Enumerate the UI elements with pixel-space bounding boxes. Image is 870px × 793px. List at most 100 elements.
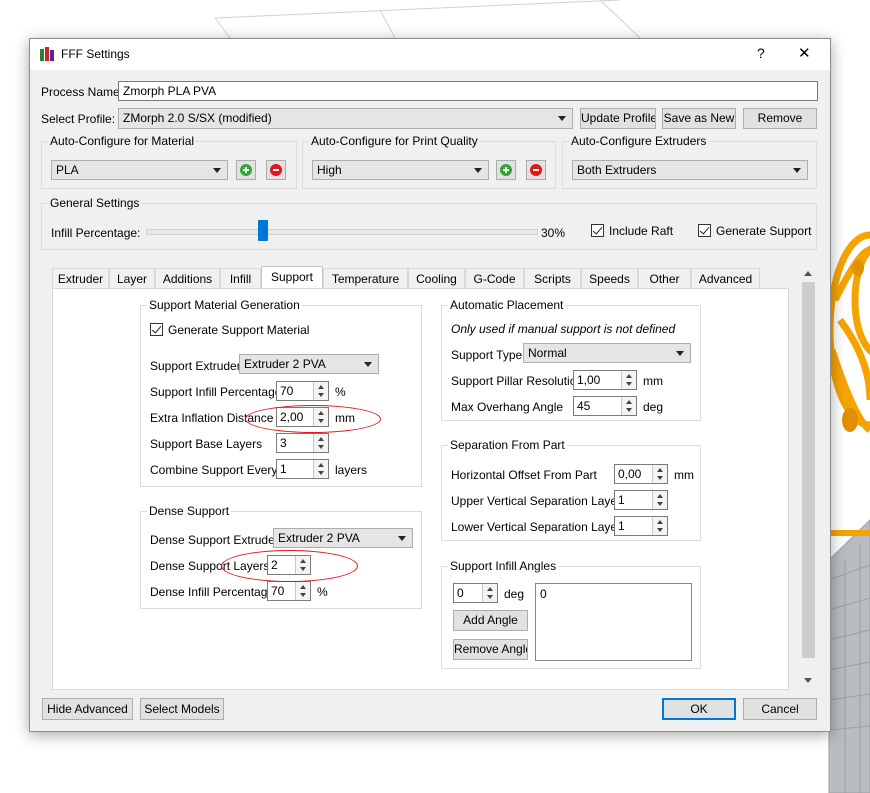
auto-configure-material-title: Auto-Configure for Material <box>48 134 197 148</box>
horizontal-offset-spinbox[interactable]: 0,00 <box>614 464 668 484</box>
spin-arrows-icon[interactable] <box>295 582 310 600</box>
extruders-select-value: Both Extruders <box>577 163 657 177</box>
material-select[interactable]: PLA <box>51 160 228 180</box>
remove-quality-button[interactable] <box>526 160 546 180</box>
support-base-layers-spinbox[interactable]: 3 <box>276 433 329 453</box>
list-item[interactable]: 0 <box>540 587 547 601</box>
tab-additions[interactable]: Additions <box>155 268 220 289</box>
scroll-up-icon[interactable] <box>804 271 812 276</box>
spin-arrows-icon[interactable] <box>652 517 667 535</box>
quality-select-value: High <box>317 163 342 177</box>
scroll-down-icon[interactable] <box>804 678 812 683</box>
profile-select[interactable]: ZMorph 2.0 S/SX (modified) <box>118 108 573 129</box>
add-material-button[interactable] <box>236 160 256 180</box>
automatic-placement-group: Automatic Placement Only used if manual … <box>441 298 701 421</box>
support-infill-percentage-value: 70 <box>280 384 294 398</box>
infill-slider-track[interactable] <box>146 229 538 235</box>
add-angle-button[interactable]: Add Angle <box>453 610 528 631</box>
chevron-down-icon <box>676 351 684 356</box>
spin-arrows-icon[interactable] <box>313 434 328 452</box>
select-models-button[interactable]: Select Models <box>140 698 224 720</box>
generate-support-material-label: Generate Support Material <box>168 323 310 337</box>
support-extruder-value: Extruder 2 PVA <box>244 357 326 371</box>
fff-settings-dialog: FFF Settings ? ✕ Process Name: Zmorph PL… <box>29 38 831 732</box>
spin-arrows-icon[interactable] <box>621 371 636 389</box>
combine-support-every-unit: layers <box>335 463 368 477</box>
infill-slider-thumb[interactable] <box>258 220 268 241</box>
infill-angle-spinbox[interactable]: 0 <box>453 583 498 603</box>
tab-scripts[interactable]: Scripts <box>524 268 581 289</box>
separation-from-part-group: Separation From Part Horizontal Offset F… <box>441 438 701 541</box>
upper-vertical-separation-spinbox[interactable]: 1 <box>614 490 668 510</box>
support-type-select[interactable]: Normal <box>523 343 691 363</box>
generate-support-label: Generate Support <box>716 224 812 238</box>
hide-advanced-button[interactable]: Hide Advanced <box>42 698 133 720</box>
tab-advanced[interactable]: Advanced <box>691 268 760 289</box>
dense-support-extruder-value: Extruder 2 PVA <box>278 531 360 545</box>
max-overhang-angle-spinbox[interactable]: 45 <box>573 396 637 416</box>
material-select-value: PLA <box>56 163 79 177</box>
remove-material-button[interactable] <box>266 160 286 180</box>
combine-support-every-value: 1 <box>280 462 287 476</box>
infill-angles-list[interactable]: 0 <box>535 583 692 661</box>
quality-select[interactable]: High <box>312 160 489 180</box>
remove-profile-button[interactable]: Remove <box>743 108 817 129</box>
tab-infill[interactable]: Infill <box>220 268 261 289</box>
max-overhang-angle-label: Max Overhang Angle <box>451 400 564 414</box>
support-base-layers-value: 3 <box>280 436 287 450</box>
panel-scrollbar[interactable] <box>800 268 817 690</box>
extruders-select[interactable]: Both Extruders <box>572 160 808 180</box>
horizontal-offset-label: Horizontal Offset From Part <box>451 468 597 482</box>
ok-button[interactable]: OK <box>662 698 736 720</box>
include-raft-checkbox[interactable] <box>591 224 604 237</box>
spin-arrows-icon[interactable] <box>652 465 667 483</box>
close-icon[interactable]: ✕ <box>798 44 811 62</box>
support-extruder-label: Support Extruder <box>150 359 241 373</box>
generate-support-material-checkbox[interactable] <box>150 323 163 336</box>
tab-layer[interactable]: Layer <box>109 268 155 289</box>
save-as-new-button[interactable]: Save as New <box>662 108 736 129</box>
support-pillar-resolution-unit: mm <box>643 374 663 388</box>
select-profile-label: Select Profile: <box>41 112 116 126</box>
spin-arrows-icon[interactable] <box>313 460 328 478</box>
support-type-value: Normal <box>528 346 567 360</box>
scrollbar-thumb[interactable] <box>802 282 815 658</box>
upper-vertical-separation-label: Upper Vertical Separation Layers <box>451 494 628 508</box>
infill-angle-unit: deg <box>504 587 525 601</box>
dense-infill-percentage-spinbox[interactable]: 70 <box>267 581 311 601</box>
combine-support-every-spinbox[interactable]: 1 <box>276 459 329 479</box>
dense-support-extruder-select[interactable]: Extruder 2 PVA <box>273 528 413 548</box>
spin-arrows-icon[interactable] <box>652 491 667 509</box>
tab-other[interactable]: Other <box>638 268 691 289</box>
dense-support-title: Dense Support <box>147 504 232 518</box>
profile-select-value: ZMorph 2.0 S/SX (modified) <box>123 111 272 125</box>
infill-percentage-value: 30% <box>541 226 566 240</box>
update-profile-button[interactable]: Update Profile <box>580 108 656 129</box>
support-pillar-resolution-label: Support Pillar Resolution <box>451 374 584 388</box>
support-pillar-resolution-value: 1,00 <box>577 373 601 387</box>
tab-g-code[interactable]: G-Code <box>465 268 524 289</box>
chevron-down-icon <box>793 168 801 173</box>
settings-tabs: Extruder Layer Additions Infill Support Tempe… <box>52 266 802 289</box>
remove-angle-button[interactable]: Remove Angle <box>453 639 528 660</box>
process-name-input[interactable]: Zmorph PLA PVA <box>118 81 818 101</box>
tab-cooling[interactable]: Cooling <box>408 268 465 289</box>
tab-temperature[interactable]: Temperature <box>323 268 408 289</box>
chevron-down-icon <box>398 536 406 541</box>
cancel-button[interactable]: Cancel <box>743 698 817 720</box>
tab-extruder[interactable]: Extruder <box>52 268 109 289</box>
support-infill-percentage-spinbox[interactable]: 70 <box>276 381 329 401</box>
spin-arrows-icon[interactable] <box>482 584 497 602</box>
support-pillar-resolution-spinbox[interactable]: 1,00 <box>573 370 637 390</box>
spin-arrows-icon[interactable] <box>621 397 636 415</box>
spin-arrows-icon[interactable] <box>313 382 328 400</box>
generate-support-checkbox[interactable] <box>698 224 711 237</box>
lower-vertical-separation-spinbox[interactable]: 1 <box>614 516 668 536</box>
help-button[interactable]: ? <box>757 45 765 61</box>
add-quality-button[interactable] <box>496 160 516 180</box>
auto-configure-material-group: Auto-Configure for Material PLA <box>41 134 297 189</box>
tab-support[interactable]: Support <box>261 266 323 289</box>
general-settings-group: General Settings Infill Percentage: 30% … <box>41 196 817 250</box>
support-extruder-select[interactable]: Extruder 2 PVA <box>239 354 379 374</box>
tab-speeds[interactable]: Speeds <box>581 268 638 289</box>
